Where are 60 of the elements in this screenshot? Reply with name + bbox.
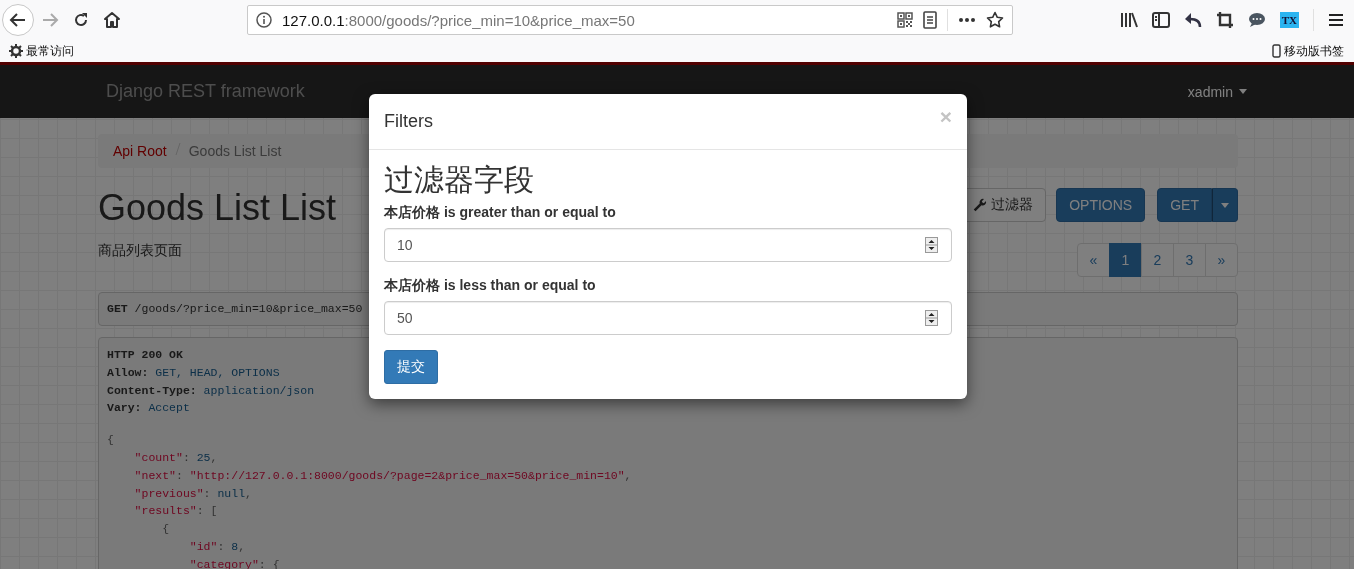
- json-line: "id": 8,: [189, 538, 246, 555]
- phone-icon: [1272, 44, 1281, 58]
- close-button[interactable]: ×: [939, 106, 952, 127]
- response-header: Allow: GET, HEAD, OPTIONS: [107, 364, 280, 381]
- get-button[interactable]: GET: [1157, 188, 1212, 222]
- spinner-icon[interactable]: [925, 237, 938, 253]
- field-label: 本店价格 is less than or equal to: [384, 277, 597, 295]
- page-link[interactable]: «: [1077, 243, 1110, 277]
- page-link[interactable]: 3: [1173, 243, 1206, 277]
- home-icon[interactable]: [103, 11, 121, 29]
- reader-view-icon[interactable]: [923, 11, 937, 29]
- response-status: HTTP 200 OK: [107, 347, 183, 363]
- bookmark-folder[interactable]: 移动版书签: [1284, 42, 1344, 60]
- gear-icon: [9, 44, 23, 58]
- get-format-dropdown[interactable]: [1212, 188, 1238, 222]
- address-bar[interactable]: 127.0.0.1:8000/goods/?price_min=10&price_max=50: [247, 5, 1013, 35]
- number-field[interactable]: 50: [384, 301, 952, 335]
- back-button[interactable]: [2, 4, 34, 36]
- json-line: {: [162, 521, 170, 538]
- json-line: "next": "http://127.0.0.1:8000/goods/?page=2&price_max=50&price_min=10",: [134, 467, 632, 484]
- reload-icon[interactable]: [72, 11, 90, 29]
- sidebar-icon[interactable]: [1151, 12, 1170, 28]
- request-line: GET /goods/?price_min=10&price_max=50: [107, 301, 363, 317]
- response-header: Content-Type: application/json: [107, 382, 315, 399]
- info-icon: [256, 12, 272, 28]
- field-label: 本店价格 is greater than or equal to: [384, 204, 617, 222]
- back-arrow-icon: [9, 11, 27, 29]
- more-icon[interactable]: [958, 17, 976, 23]
- menu-icon[interactable]: [1328, 13, 1344, 27]
- options-button[interactable]: OPTIONS: [1056, 188, 1146, 222]
- bookmark-star-icon[interactable]: [986, 11, 1004, 29]
- qr-code-icon[interactable]: [897, 12, 913, 28]
- json-line: "count": 25,: [134, 450, 218, 466]
- caret-icon: [1221, 202, 1229, 208]
- response-header: Vary: Accept: [107, 400, 190, 417]
- page-link[interactable]: 2: [1141, 243, 1174, 277]
- modal-title: Filters: [384, 111, 433, 132]
- undo-icon[interactable]: [1183, 12, 1202, 28]
- json-line: "previous": null,: [134, 485, 252, 502]
- page-title: Goods List List: [98, 188, 337, 228]
- breadcrumb-link[interactable]: Api Root: [113, 142, 167, 160]
- form-heading: 过滤器字段: [384, 162, 535, 198]
- bookmark-folder[interactable]: 最常访问: [26, 42, 74, 60]
- json-line: {: [107, 432, 114, 449]
- extension-badge[interactable]: TX: [1279, 12, 1299, 28]
- crop-icon[interactable]: [1215, 11, 1234, 29]
- spinner-icon[interactable]: [925, 310, 938, 326]
- page-link[interactable]: 1: [1109, 243, 1142, 277]
- url-text: 127.0.0.1:8000/goods/?price_min=10&price_max=50: [282, 11, 636, 29]
- wrench-icon: [973, 198, 988, 212]
- caret-icon: [1239, 89, 1247, 94]
- submit-button[interactable]: 提交: [384, 350, 438, 384]
- json-line: "results": [: [134, 503, 218, 520]
- number-field[interactable]: 10: [384, 228, 952, 262]
- library-icon[interactable]: [1119, 12, 1138, 28]
- page-link[interactable]: »: [1205, 243, 1238, 277]
- breadcrumb-current: Goods List List: [188, 142, 282, 160]
- user-menu[interactable]: xadmin: [1187, 83, 1247, 100]
- speech-bubble-icon[interactable]: [1247, 12, 1266, 28]
- page-description: 商品列表页面: [98, 242, 183, 260]
